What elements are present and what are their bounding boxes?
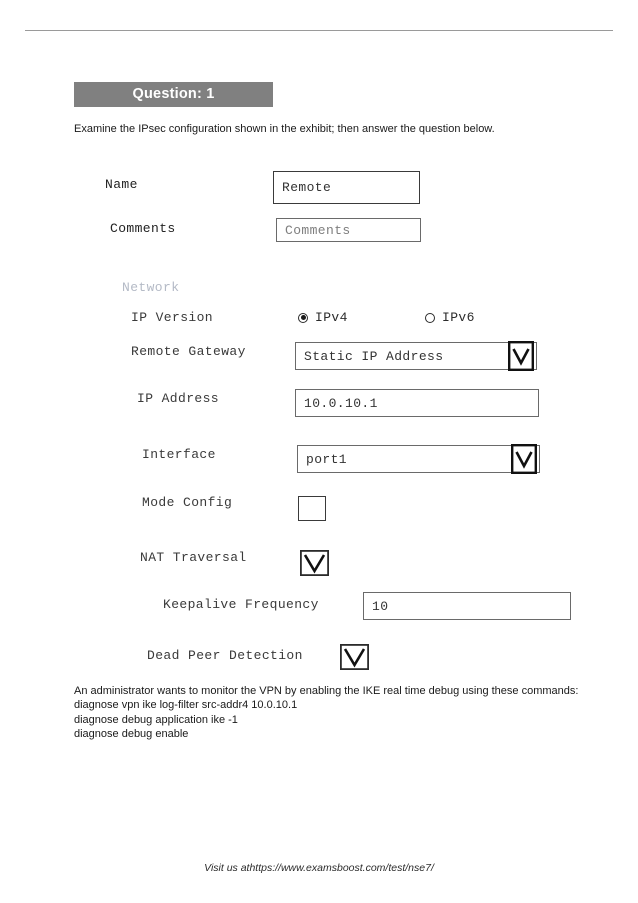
mode-config-checkbox[interactable]	[298, 496, 326, 521]
ip-version-label: IP Version	[131, 310, 214, 325]
ipv4-label: IPv4	[315, 310, 348, 325]
ipsec-configuration-exhibit: Name Remote Comments Comments Network IP…	[0, 160, 638, 680]
radio-selected-icon	[298, 312, 308, 323]
dead-peer-detection-checkbox[interactable]	[340, 644, 369, 670]
question-body-line-4: diagnose debug enable	[74, 728, 189, 741]
remote-gateway-select[interactable]: Static IP Address	[295, 342, 537, 370]
footer-link[interactable]: Visit us athttps://www.examsboost.com/te…	[0, 862, 638, 874]
ip-address-input[interactable]: 10.0.10.1	[295, 389, 539, 417]
comments-input[interactable]: Comments	[276, 218, 421, 242]
interface-label: Interface	[142, 447, 216, 462]
question-body-line-3: diagnose debug application ike -1	[74, 713, 238, 726]
comments-label: Comments	[110, 221, 176, 236]
header-divider	[25, 30, 613, 31]
question-intro-text: Examine the IPsec configuration shown in…	[74, 123, 495, 135]
remote-gateway-label: Remote Gateway	[131, 344, 246, 359]
ip-address-label: IP Address	[137, 391, 220, 406]
question-body-line-2: diagnose vpn ike log-filter src-addr4 10…	[74, 699, 298, 712]
interface-select[interactable]: port1	[297, 445, 540, 473]
nat-traversal-label: NAT Traversal	[140, 550, 247, 565]
mode-config-label: Mode Config	[142, 495, 233, 510]
question-body-line-1: An administrator wants to monitor the VP…	[74, 685, 579, 697]
document-page: Question: 1 Examine the IPsec configurat…	[0, 0, 638, 903]
radio-unselected-icon	[425, 312, 435, 323]
ipv6-label: IPv6	[442, 310, 475, 325]
name-label: Name	[105, 177, 138, 192]
name-input[interactable]: Remote	[273, 171, 420, 204]
question-body: An administrator wants to monitor the VP…	[74, 684, 578, 742]
nat-traversal-checkbox[interactable]	[300, 550, 329, 576]
ip-version-radio-ipv6[interactable]: IPv6	[425, 310, 475, 325]
ip-version-radio-ipv4[interactable]: IPv4	[298, 310, 348, 325]
question-banner: Question: 1	[74, 82, 273, 107]
dead-peer-detection-label: Dead Peer Detection	[147, 648, 303, 663]
chevron-down-icon[interactable]	[508, 341, 534, 371]
chevron-down-icon[interactable]	[511, 444, 537, 474]
network-section-title: Network	[122, 280, 180, 295]
keepalive-frequency-label: Keepalive Frequency	[163, 597, 319, 612]
keepalive-frequency-input[interactable]: 10	[363, 592, 571, 620]
